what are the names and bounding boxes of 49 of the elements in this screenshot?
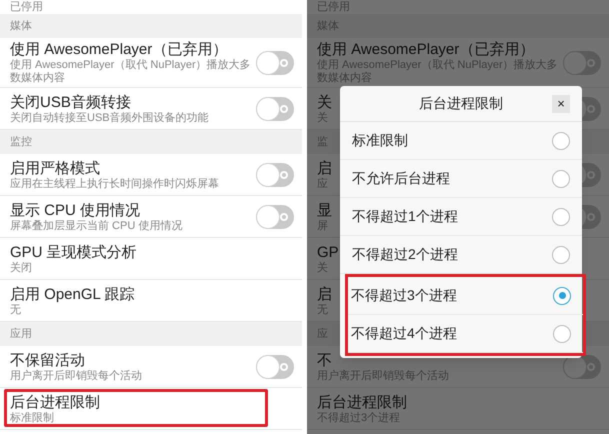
- radio-button[interactable]: [552, 208, 570, 226]
- setting-summary: 使用 AwesomePlayer（取代 NuPlayer）播放大多数媒体内容: [10, 59, 252, 85]
- option-label[interactable]: 不得超过3个进程: [351, 285, 553, 306]
- radio-button[interactable]: [552, 246, 570, 264]
- setting-title: GP: [317, 242, 339, 262]
- setting-title: 使用 AwesomePlayer（已弃用）: [317, 40, 534, 59]
- radio-button[interactable]: [553, 286, 571, 304]
- setting-title: 不保留活动: [10, 350, 85, 370]
- option-label[interactable]: 不允许后台进程: [352, 168, 552, 189]
- toggle-switch[interactable]: [256, 50, 294, 74]
- setting-title: 启: [317, 284, 332, 304]
- close-button[interactable]: ×: [552, 95, 570, 113]
- setting-summary: 关闭: [10, 262, 33, 274]
- toggle-switch[interactable]: [563, 50, 601, 74]
- dialog-title: 后台进程限制: [419, 94, 503, 113]
- setting-title: 关: [317, 92, 332, 112]
- setting-title: 不: [317, 350, 332, 370]
- setting-title: 后台进程限制: [317, 392, 407, 412]
- section-header: 媒体: [0, 14, 302, 38]
- setting-summary: 用户离开后即销毁每个活动: [10, 370, 143, 382]
- toggle-switch[interactable]: [256, 96, 294, 120]
- setting-title: 显: [317, 200, 332, 220]
- radio-button[interactable]: [552, 132, 570, 150]
- setting-summary: 屏幕叠加层显示当前 CPU 使用情况: [10, 220, 184, 232]
- setting-title: 使用 AwesomePlayer（已弃用）: [10, 40, 228, 59]
- setting-title: 关闭USB音频转接: [10, 92, 131, 112]
- toggle-switch[interactable]: [256, 162, 294, 186]
- setting-summary: 无: [10, 304, 22, 316]
- setting-title: GPU 呈现模式分析: [10, 242, 137, 262]
- option-label[interactable]: 标准限制: [352, 130, 552, 151]
- setting-title: 显示 CPU 使用情况: [10, 200, 140, 220]
- option-label[interactable]: 不得超过1个进程: [352, 206, 552, 227]
- setting-summary: 应用在主线程上执行长时间操作时闪烁屏幕: [10, 178, 220, 190]
- radio-button[interactable]: [552, 170, 570, 188]
- setting-title: 后台进程限制: [10, 392, 100, 412]
- section-header: 应用: [0, 322, 302, 346]
- option-label[interactable]: 不得超过2个进程: [352, 244, 552, 265]
- toggle-switch[interactable]: [563, 354, 601, 378]
- setting-title: 启用严格模式: [10, 158, 100, 178]
- option-label[interactable]: 不得超过4个进程: [351, 323, 553, 344]
- setting-summary: 标准限制: [10, 412, 55, 424]
- setting-summary: 已停用: [10, 1, 43, 14]
- setting-summary: 关闭自动转接至USB音频外围设备的功能: [10, 112, 210, 124]
- setting-title: 启用 OpenGL 跟踪: [10, 284, 134, 304]
- toggle-switch[interactable]: [256, 354, 294, 378]
- toggle-switch[interactable]: [256, 204, 294, 228]
- setting-title: 启: [317, 158, 332, 178]
- section-header: 监控: [0, 130, 302, 154]
- radio-button[interactable]: [553, 324, 571, 342]
